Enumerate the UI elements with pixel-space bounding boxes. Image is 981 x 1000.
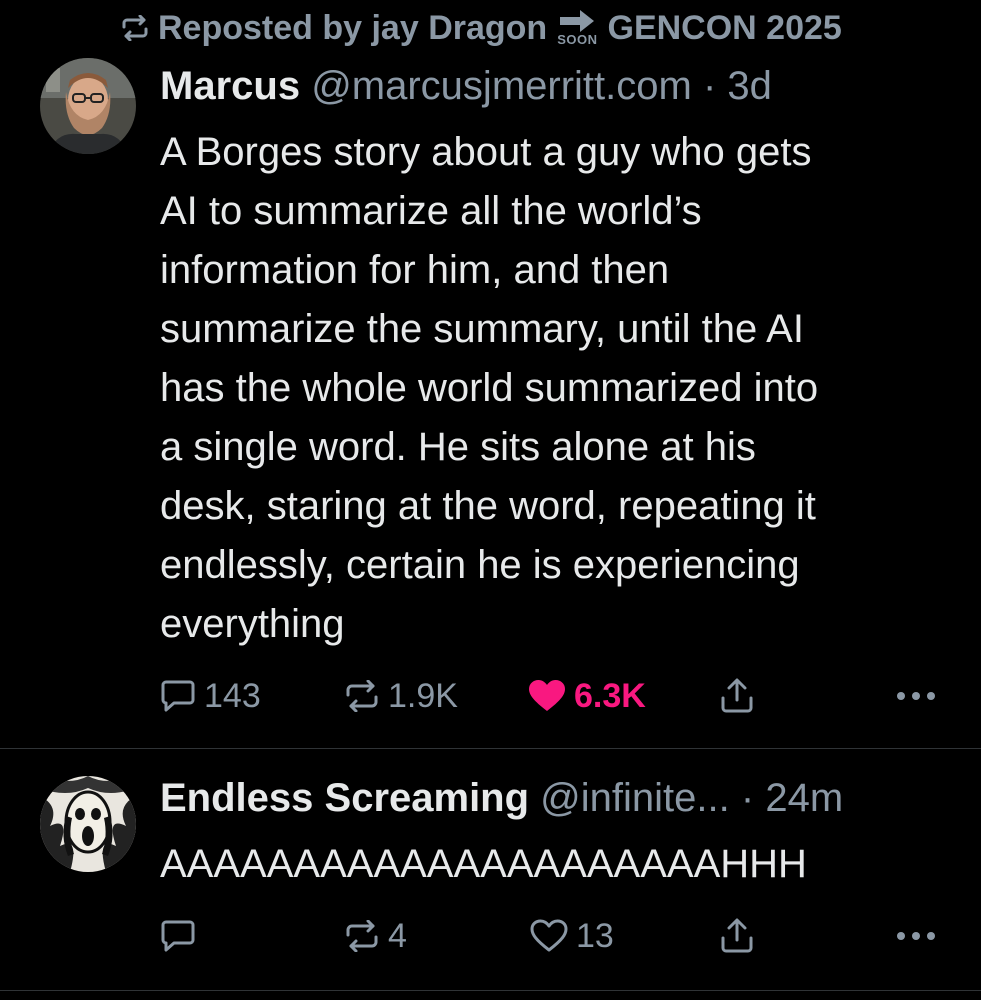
- repost-header[interactable]: Reposted by jay Dragon SOON GENCON 2025: [120, 6, 842, 50]
- repost-icon: [344, 680, 380, 712]
- like-button[interactable]: 6.3K: [528, 674, 646, 718]
- repost-icon: [120, 15, 150, 41]
- handle[interactable]: @infinite...: [540, 776, 730, 820]
- action-bar: 4 13: [160, 914, 950, 958]
- repost-count: 1.9K: [388, 676, 458, 715]
- handle[interactable]: @marcusjmerritt.com: [311, 64, 692, 108]
- divider: [0, 748, 981, 749]
- avatar[interactable]: [40, 776, 136, 872]
- display-name[interactable]: Marcus: [160, 64, 300, 108]
- reply-button[interactable]: [160, 914, 204, 958]
- like-button[interactable]: 13: [530, 914, 614, 958]
- repost-label[interactable]: Reposted by jay Dragon: [158, 9, 547, 48]
- share-button[interactable]: [720, 674, 754, 718]
- post-header: Endless Screaming @infinite... · 24m: [160, 774, 843, 822]
- post-text: A Borges story about a guy who gets AI t…: [160, 130, 819, 646]
- repost-tail: GENCON 2025: [607, 8, 842, 47]
- reply-count: 143: [204, 676, 261, 715]
- timestamp[interactable]: 3d: [727, 64, 772, 108]
- display-name[interactable]: Endless Screaming: [160, 776, 529, 820]
- share-icon: [720, 678, 754, 714]
- heart-outline-icon: [530, 919, 568, 953]
- reply-icon: [160, 919, 196, 953]
- reply-button[interactable]: 143: [160, 674, 261, 718]
- repost-button[interactable]: 1.9K: [344, 674, 458, 718]
- soon-arrow-icon: SOON: [557, 10, 597, 46]
- separator: ·: [702, 64, 717, 108]
- like-count: 6.3K: [574, 676, 646, 715]
- avatar[interactable]: [40, 58, 136, 154]
- more-icon: [896, 931, 936, 941]
- share-icon: [720, 918, 754, 954]
- post-text: AAAAAAAAAAAAAAAAAAAAAHHH: [160, 842, 807, 886]
- separator: ·: [740, 776, 755, 820]
- share-button[interactable]: [720, 914, 754, 958]
- reply-icon: [160, 679, 196, 713]
- more-options-button[interactable]: [896, 914, 936, 958]
- repost-icon: [344, 920, 380, 952]
- action-bar: 143 1.9K 6.3K: [160, 674, 950, 718]
- soon-badge-text: SOON: [557, 32, 598, 47]
- repost-count: 4: [388, 916, 407, 955]
- like-count: 13: [576, 916, 614, 955]
- post-header: Marcus @marcusjmerritt.com · 3d: [160, 62, 772, 110]
- divider: [0, 990, 981, 991]
- more-icon: [896, 691, 936, 701]
- repost-button[interactable]: 4: [344, 914, 407, 958]
- heart-filled-icon: [528, 679, 566, 713]
- timestamp[interactable]: 24m: [765, 776, 843, 820]
- more-options-button[interactable]: [896, 674, 936, 718]
